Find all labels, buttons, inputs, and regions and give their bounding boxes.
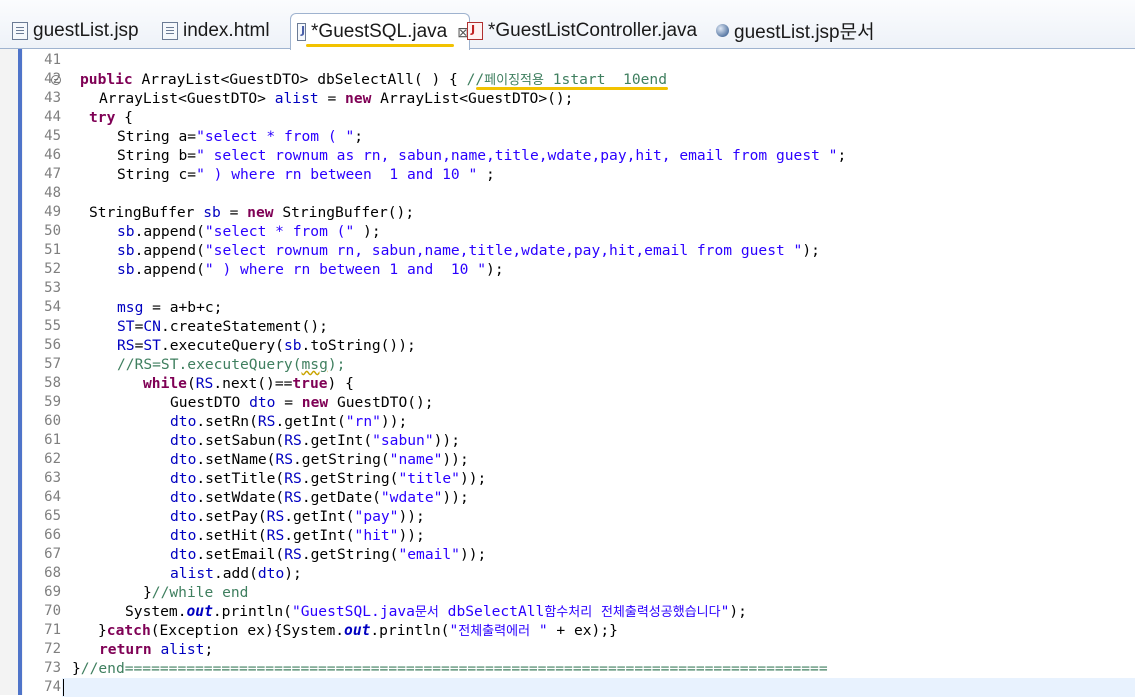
line-number: 58 (44, 375, 61, 391)
code-line[interactable]: dto.setName(RS.getString("name")); (170, 450, 469, 469)
line-number: 47 (44, 166, 61, 182)
tab-index-html[interactable]: index.html (162, 13, 270, 48)
tab-label: *GuestListController.java (488, 19, 698, 41)
tab-guestlist-jsp[interactable]: guestList.jsp (12, 13, 139, 48)
tab-guestlist-jsp-document[interactable]: guestList.jsp문서 (716, 13, 875, 48)
line-number: 45 (44, 128, 61, 144)
java-error-file-icon (467, 21, 483, 40)
tab-guestlistcontroller-java[interactable]: *GuestListController.java (467, 13, 697, 48)
code-line[interactable]: sb.append("select rownum rn, sabun,name,… (117, 241, 820, 260)
line-number: 43 (44, 90, 61, 106)
globe-icon (716, 24, 729, 37)
code-line[interactable]: while(RS.next()==true) { (143, 374, 354, 393)
line-number: 62 (44, 451, 61, 467)
code-line[interactable]: sb.append(" ) where rn between 1 and 10 … (117, 260, 504, 279)
code-line[interactable]: }//end==================================… (72, 659, 828, 678)
code-line[interactable]: RS=ST.executeQuery(sb.toString()); (117, 336, 416, 355)
code-line[interactable]: ArrayList<GuestDTO> alist = new ArrayLis… (99, 89, 573, 108)
line-number: 65 (44, 508, 61, 524)
code-line[interactable]: try { (89, 108, 133, 127)
code-editor[interactable]: public ArrayList<GuestDTO> dbSelectAll( … (62, 49, 1135, 697)
line-number: 64 (44, 489, 61, 505)
code-line[interactable]: sb.append("select * from (" ); (117, 222, 381, 241)
highlight-underline (476, 87, 668, 90)
line-number: 67 (44, 546, 61, 562)
code-line[interactable]: String b=" select rownum as rn, sabun,na… (117, 146, 846, 165)
line-number: 74 (44, 679, 61, 695)
line-number: 57 (44, 356, 61, 372)
code-line[interactable]: msg = a+b+c; (117, 298, 222, 317)
current-line-highlight (62, 678, 1135, 697)
code-line[interactable]: //RS=ST.executeQuery(msg); (117, 355, 345, 374)
line-number: 51 (44, 242, 61, 258)
code-line[interactable]: return alist; (99, 640, 213, 659)
line-number: 44 (44, 109, 61, 125)
line-number: 56 (44, 337, 61, 353)
code-line[interactable]: System.out.println("GuestSQL.java문서 dbSe… (125, 602, 747, 621)
code-line[interactable]: }//while end (143, 583, 248, 602)
line-number: 52 (44, 261, 61, 277)
html-file-icon (162, 21, 178, 40)
code-line[interactable]: dto.setEmail(RS.getString("email")); (170, 545, 486, 564)
jsp-file-icon (12, 21, 28, 40)
ruler-bar (18, 49, 22, 695)
line-number: 48 (44, 185, 61, 201)
line-number: 69 (44, 584, 61, 600)
line-number: 53 (44, 280, 61, 296)
overview-ruler (0, 49, 24, 695)
code-line[interactable]: dto.setSabun(RS.getInt("sabun")); (170, 431, 460, 450)
code-line[interactable]: String a="select * from ( "; (117, 127, 363, 146)
code-line[interactable]: dto.setRn(RS.getInt("rn")); (170, 412, 407, 431)
line-number: 50 (44, 223, 61, 239)
tab-label: guestList.jsp (33, 19, 139, 41)
line-number: 71 (44, 622, 61, 638)
line-number: 49 (44, 204, 61, 220)
tab-label: *GuestSQL.java (311, 21, 448, 42)
tab-label: index.html (183, 19, 270, 41)
line-number: 63 (44, 470, 61, 486)
line-number-gutter: 41 42−43 44 45 46 47 48 49 50 51 52 53 54 55 56 57 58 59 6… (23, 49, 61, 695)
fold-toggle-icon[interactable]: − (51, 75, 61, 85)
code-line[interactable]: GuestDTO dto = new GuestDTO(); (170, 393, 434, 412)
line-number: 54 (44, 299, 61, 315)
code-line[interactable]: }catch(Exception ex){System.out.println(… (98, 621, 618, 640)
code-line[interactable]: dto.setPay(RS.getInt("pay")); (170, 507, 425, 526)
code-line[interactable]: dto.setTitle(RS.getString("title")); (170, 469, 486, 488)
line-number: 73 (44, 660, 61, 676)
line-number: 59 (44, 394, 61, 410)
text-caret (63, 679, 64, 696)
code-line[interactable]: ST=CN.createStatement(); (117, 317, 328, 336)
code-line[interactable]: alist.add(dto); (170, 564, 302, 583)
line-number: 61 (44, 432, 61, 448)
line-number: 60 (44, 413, 61, 429)
code-line[interactable]: String c=" ) where rn between 1 and 10 "… (117, 165, 495, 184)
line-number: 55 (44, 318, 61, 334)
line-number: 46 (44, 147, 61, 163)
editor-tab-bar: guestList.jsp index.html *GuestSQL.java … (0, 0, 1135, 50)
code-line[interactable]: dto.setWdate(RS.getDate("wdate")); (170, 488, 469, 507)
tab-label: guestList.jsp문서 (734, 22, 875, 43)
line-number: 68 (44, 565, 61, 581)
java-file-icon (297, 23, 307, 41)
code-line[interactable]: dto.setHit(RS.getInt("hit")); (170, 526, 425, 545)
line-number: 41 (44, 52, 61, 68)
line-number: 70 (44, 603, 61, 619)
line-number: 66 (44, 527, 61, 543)
highlight-underline (306, 44, 454, 47)
line-number: 72 (44, 641, 61, 657)
code-line[interactable]: StringBuffer sb = new StringBuffer(); (89, 203, 414, 222)
